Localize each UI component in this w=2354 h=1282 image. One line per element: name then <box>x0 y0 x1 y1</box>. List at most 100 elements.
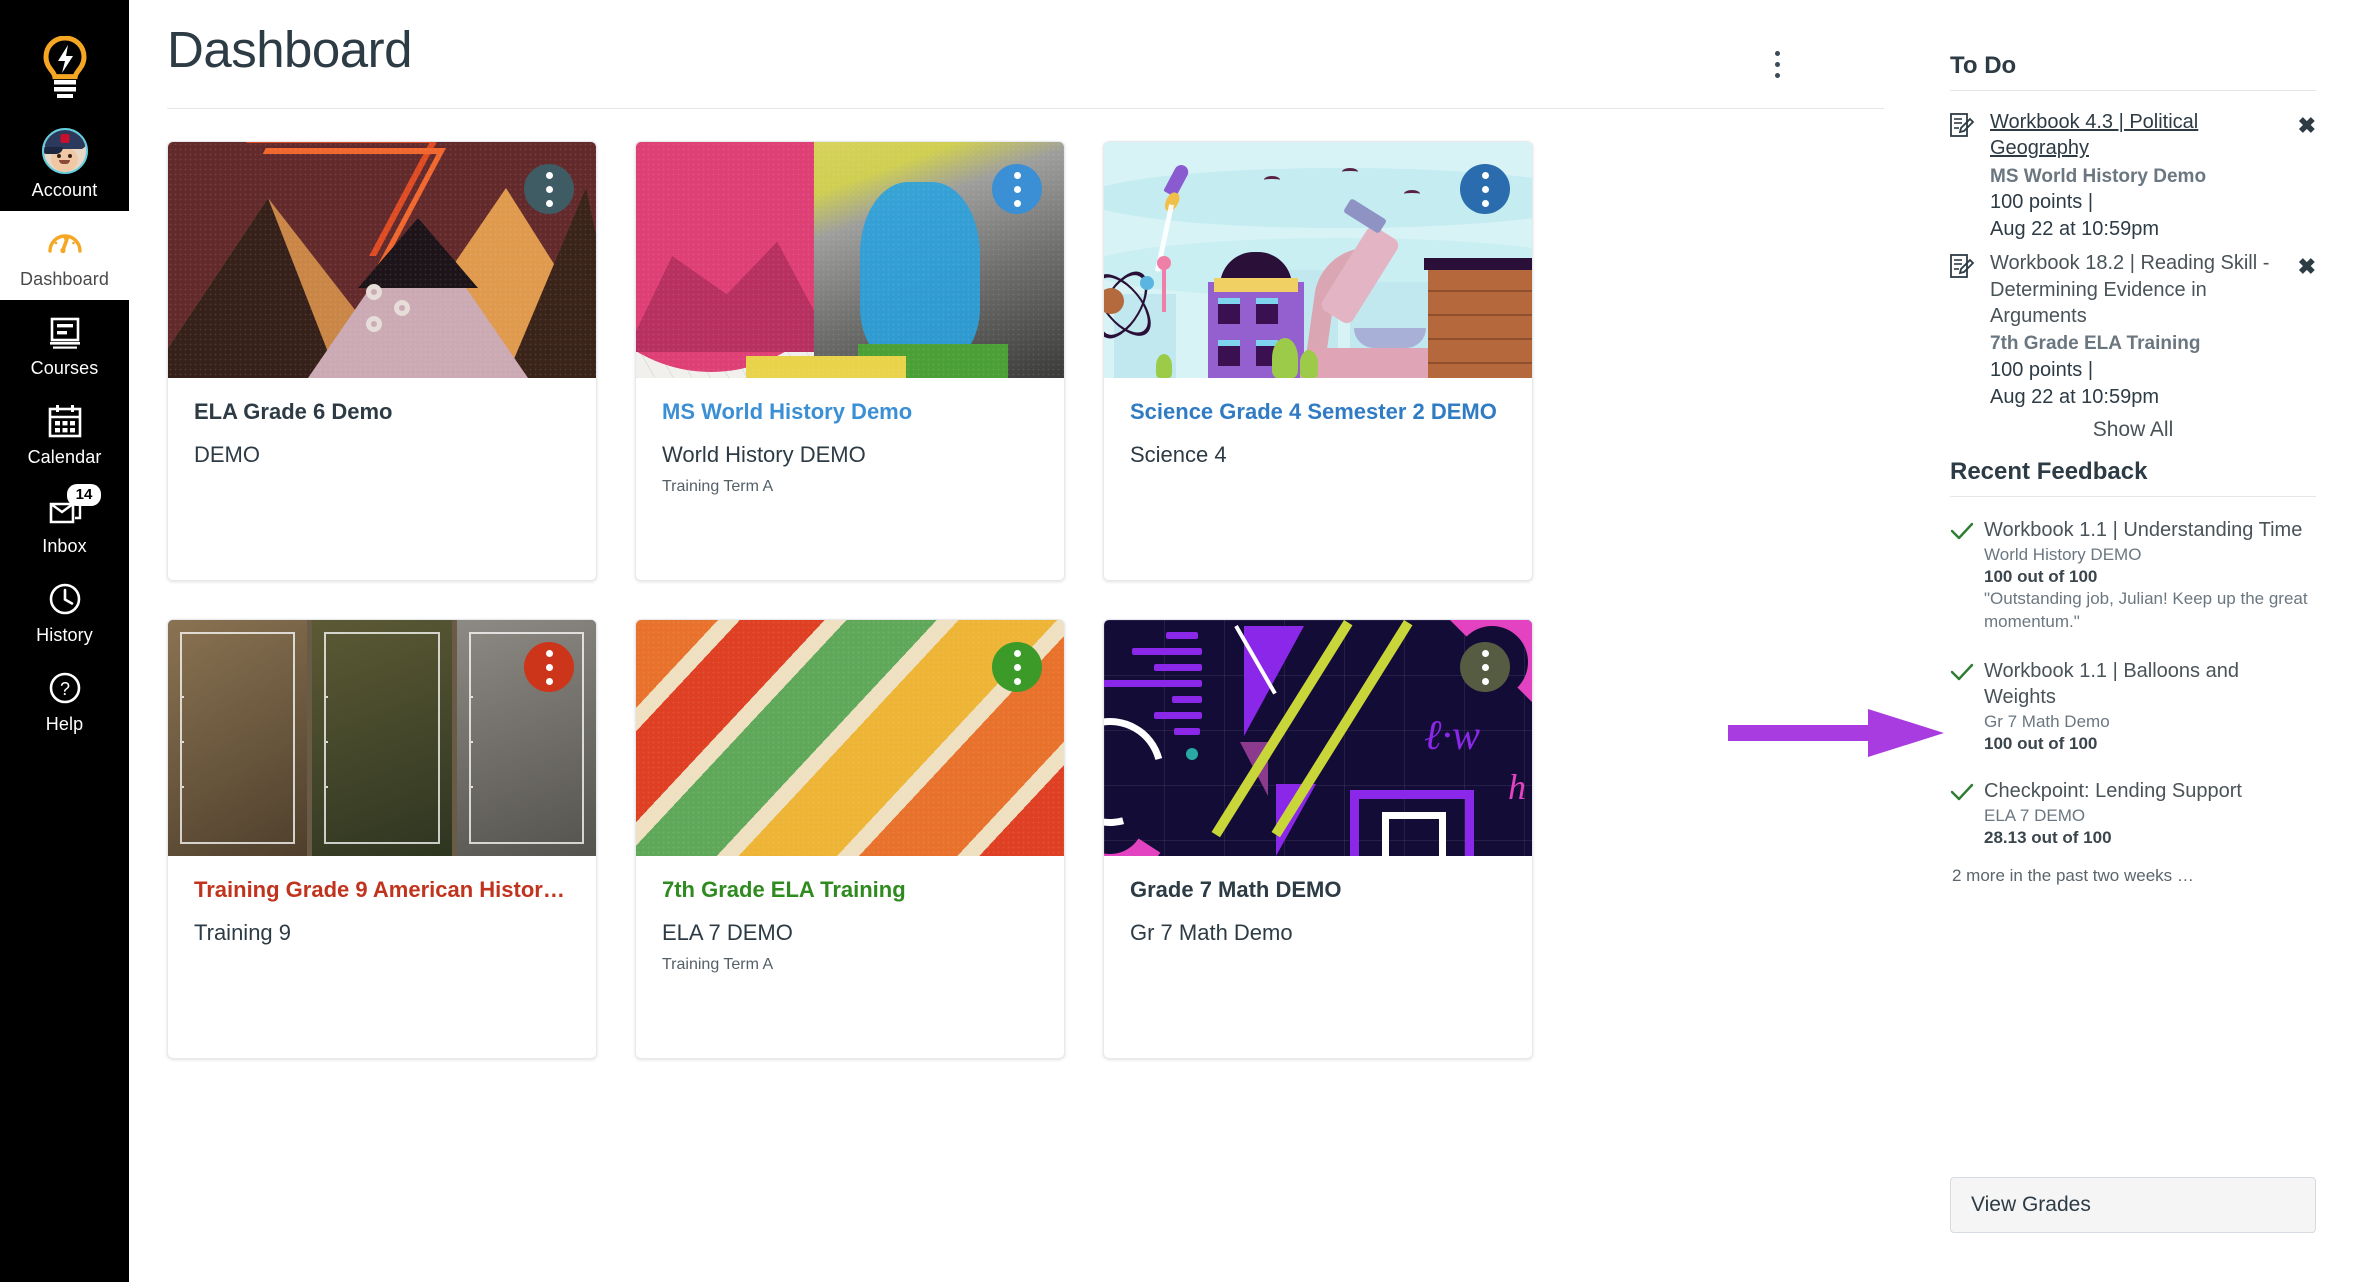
sidebar-item-label: Courses <box>30 358 99 378</box>
feedback-item-score: 28.13 out of 100 <box>1984 827 2112 847</box>
page-title: Dashboard <box>167 21 413 78</box>
sidebar-item-label: History <box>36 625 93 645</box>
todo-dismiss-button[interactable]: ✖ <box>2286 109 2316 137</box>
feedback-item-score: 100 out of 100 <box>1984 566 2098 586</box>
todo-item-points: 100 points | <box>1990 359 2094 382</box>
feedback-item-course: ELA 7 DEMO <box>1984 805 2086 825</box>
global-navigation: Account Dashboard Courses Calendar 14 In… <box>0 0 129 1282</box>
feedback-item-score: 100 out of 100 <box>1984 733 2098 753</box>
course-card-title[interactable]: Grade 7 Math DEMO <box>1130 876 1506 904</box>
sidebar-item-account[interactable]: Account <box>0 116 129 211</box>
course-card-title[interactable]: MS World History Demo <box>662 398 1038 426</box>
clock-icon <box>49 583 80 615</box>
courses-book-icon <box>49 317 80 349</box>
course-card-subtitle: World History DEMO <box>662 441 866 467</box>
sidebar-item-courses[interactable]: Courses <box>0 300 129 389</box>
course-card[interactable]: ELA Grade 6 Demo DEMO <box>167 141 597 581</box>
todo-item-due: Aug 22 at 10:59pm <box>1990 385 2160 408</box>
course-card-options-button[interactable] <box>992 164 1042 214</box>
course-card-options-button[interactable] <box>524 164 574 214</box>
sidebar-item-inbox[interactable]: 14 Inbox <box>0 478 129 567</box>
feedback-item-title[interactable]: Workbook 1.1 | Balloons and Weights <box>1984 658 2316 710</box>
course-card-options-button[interactable] <box>1460 642 1510 692</box>
course-card-grid: ELA Grade 6 Demo DEMO MS World History D… <box>129 109 1924 1059</box>
course-card-title[interactable]: ELA Grade 6 Demo <box>194 398 570 426</box>
course-card[interactable]: ℓ·w h Grade 7 Math DEMO Gr 7 Math Demo <box>1103 619 1533 1059</box>
sidebar-item-label: Dashboard <box>20 269 109 289</box>
sidebar-item-history[interactable]: History <box>0 567 129 656</box>
course-card-hero-image <box>168 620 596 856</box>
sidebar-item-help[interactable]: ? Help <box>0 656 129 745</box>
sidebar-item-label: Help <box>45 714 84 734</box>
svg-text:?: ? <box>59 679 69 699</box>
inbox-unread-badge: 14 <box>67 484 101 507</box>
page-header: Dashboard <box>129 0 1924 84</box>
feedback-item: Workbook 1.1 | Understanding Time World … <box>1950 507 2316 648</box>
avatar <box>41 128 88 174</box>
course-card-term: Training Term A <box>662 477 774 495</box>
todo-item-course: 7th Grade ELA Training <box>1990 333 2201 355</box>
feedback-item-comment: "Outstanding job, Julian! Keep up the gr… <box>1984 588 2308 631</box>
course-card-hero-image: ℓ·w h <box>1104 620 1532 856</box>
lightbulb-icon <box>42 36 87 98</box>
todo-show-all-button[interactable]: Show All <box>1950 410 2316 444</box>
course-card-term: Training Term A <box>662 955 774 973</box>
dashboard-gauge-icon <box>47 234 82 254</box>
todo-dismiss-button[interactable]: ✖ <box>2286 250 2316 278</box>
dashboard-options-button[interactable] <box>1760 44 1794 84</box>
sidebar-item-label: Inbox <box>42 536 87 556</box>
course-card-subtitle: Training 9 <box>194 919 292 945</box>
todo-item-link[interactable]: Workbook 18.2 | Reading Skill - Determin… <box>1990 250 2280 329</box>
course-card[interactable]: MS World History Demo World History DEMO… <box>635 141 1065 581</box>
todo-heading: To Do <box>1950 52 2017 79</box>
course-card-hero-image <box>636 142 1064 378</box>
course-card-title[interactable]: 7th Grade ELA Training <box>662 876 1038 904</box>
feedback-item-course: Gr 7 Math Demo <box>1984 711 2110 731</box>
feedback-item: Workbook 1.1 | Balloons and Weights Gr 7… <box>1950 648 2316 768</box>
check-icon <box>1950 517 1984 547</box>
feedback-item-title[interactable]: Workbook 1.1 | Understanding Time <box>1984 517 2316 543</box>
kebab-dot <box>1774 72 1780 78</box>
sidebar-item-label: Account <box>31 180 98 200</box>
sidebar-item-label: Calendar <box>27 447 102 467</box>
canvas-logo[interactable] <box>0 18 129 116</box>
sidebar-item-dashboard[interactable]: Dashboard <box>0 211 129 300</box>
question-circle-icon: ? <box>49 672 80 704</box>
feedback-item-title[interactable]: Checkpoint: Lending Support <box>1984 778 2316 804</box>
recent-feedback-divider <box>1950 495 2316 497</box>
todo-divider <box>1950 90 2316 91</box>
feedback-item: Checkpoint: Lending Support ELA 7 DEMO 2… <box>1950 768 2316 862</box>
main-content: Dashboard ELA Grade 6 Demo DEMO MS World… <box>129 0 1924 1282</box>
course-card-hero-image <box>168 142 596 378</box>
todo-item-points: 100 points | <box>1990 191 2094 214</box>
assignment-edit-icon <box>1950 109 1990 144</box>
todo-item: Workbook 4.3 | Political Geography MS Wo… <box>1950 101 2316 242</box>
view-grades-button[interactable]: View Grades <box>1950 1177 2316 1233</box>
dashboard-page: Account Dashboard Courses Calendar 14 In… <box>0 0 2354 1282</box>
kebab-dot <box>1774 50 1780 56</box>
course-card-subtitle: DEMO <box>194 441 260 467</box>
recent-feedback-heading: Recent Feedback <box>1950 457 2148 485</box>
course-card-options-button[interactable] <box>992 642 1042 692</box>
course-card-title[interactable]: Training Grade 9 American History… <box>194 876 570 904</box>
right-sidebar: To Do Workbook 4.3 | Political Geography… <box>1924 0 2354 1282</box>
course-card-subtitle: Gr 7 Math Demo <box>1130 919 1293 945</box>
course-card-options-button[interactable] <box>1460 164 1510 214</box>
course-card-options-button[interactable] <box>524 642 574 692</box>
course-card[interactable]: Training Grade 9 American History… Train… <box>167 619 597 1059</box>
check-icon <box>1950 778 1984 808</box>
course-card-hero-image <box>1104 142 1532 378</box>
assignment-edit-icon <box>1950 250 1990 285</box>
course-card-hero-image <box>636 620 1064 856</box>
course-card-subtitle: ELA 7 DEMO <box>662 919 793 945</box>
course-card[interactable]: Science Grade 4 Semester 2 DEMO Science … <box>1103 141 1533 581</box>
course-card-subtitle: Science 4 <box>1130 441 1227 467</box>
course-card-title[interactable]: Science Grade 4 Semester 2 DEMO <box>1130 398 1506 426</box>
todo-item: Workbook 18.2 | Reading Skill - Determin… <box>1950 242 2316 410</box>
sidebar-item-calendar[interactable]: Calendar <box>0 389 129 478</box>
check-icon <box>1950 658 1984 688</box>
todo-item-link[interactable]: Workbook 4.3 | Political Geography <box>1990 109 2280 162</box>
kebab-dot <box>1774 61 1780 67</box>
feedback-item-course: World History DEMO <box>1984 544 2142 564</box>
course-card[interactable]: 7th Grade ELA Training ELA 7 DEMO Traini… <box>635 619 1065 1059</box>
